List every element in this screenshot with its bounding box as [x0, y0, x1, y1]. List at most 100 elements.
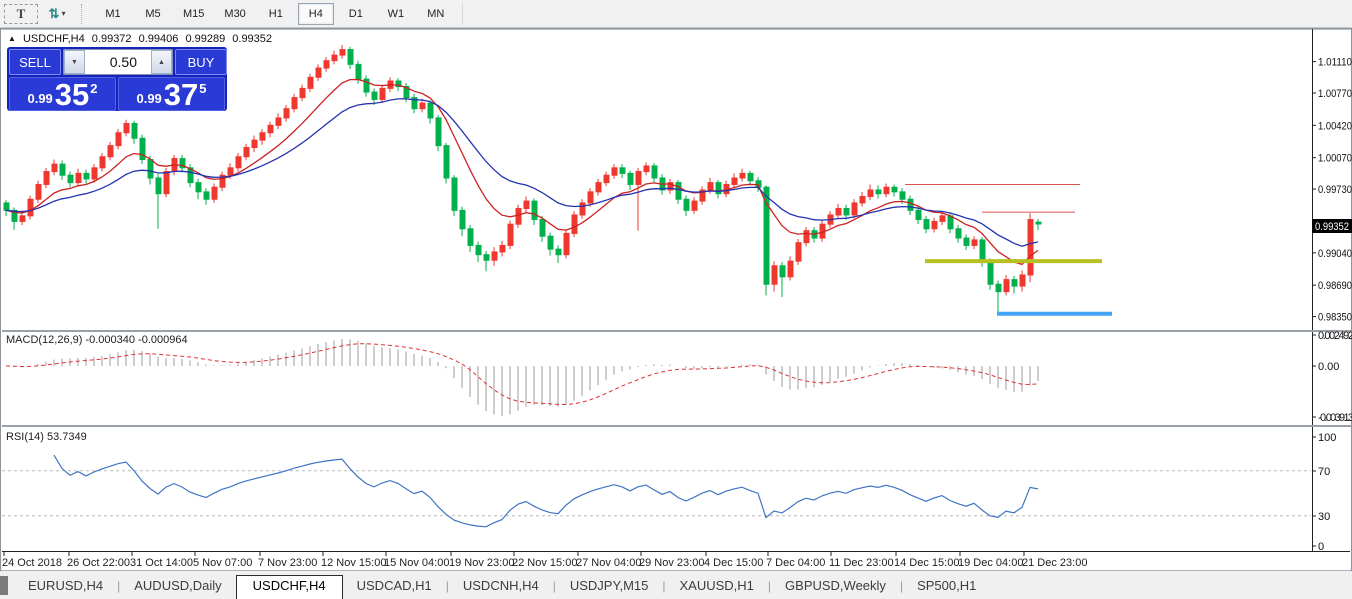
ohlc-low: 0.99289: [185, 33, 225, 45]
time-axis-label: 27 Nov 04:00: [576, 557, 641, 569]
candle: [932, 221, 937, 228]
chart-symbol: USDCHF,H4: [23, 33, 85, 45]
ohlc-high: 0.99406: [139, 33, 179, 45]
chart-tab-eurusd[interactable]: EURUSD,H4: [14, 576, 117, 596]
rsi-axis-label: 0: [1318, 541, 1324, 553]
candle: [164, 172, 169, 194]
candle: [92, 168, 97, 179]
ohlc-open: 0.99372: [92, 33, 132, 45]
volume-input[interactable]: [85, 50, 151, 74]
candle: [484, 255, 489, 261]
candle: [236, 157, 241, 168]
candle: [788, 261, 793, 277]
candle: [516, 208, 521, 224]
candle: [964, 238, 969, 245]
candle: [28, 199, 33, 216]
candle: [572, 215, 577, 233]
candle: [460, 210, 465, 228]
candle: [900, 192, 905, 199]
candle: [628, 173, 633, 184]
chart-tab-usdcad[interactable]: USDCAD,H1: [343, 576, 446, 596]
macd-signal-line: [6, 344, 1038, 405]
candle: [132, 123, 137, 138]
time-axis-label: 7 Dec 04:00: [766, 557, 825, 569]
time-axis-label: 31 Oct 14:00: [130, 557, 193, 569]
chart-tab-gbpusd[interactable]: GBPUSD,Weekly: [771, 576, 900, 596]
candle: [300, 88, 305, 97]
candle: [52, 164, 57, 171]
candle: [540, 220, 545, 237]
candle: [156, 178, 161, 194]
candle: [204, 192, 209, 199]
chart-tab-usdchf[interactable]: USDCHF,H4: [236, 575, 343, 599]
candle: [612, 168, 617, 175]
candle: [652, 166, 657, 178]
one-click-trade-panel: SELL ▼ ▲ BUY 0.99 35 2 0.99 37 5: [7, 47, 227, 111]
candle: [988, 261, 993, 284]
mt4-window: T ⇅ ▾ M1M5M15M30H1H4D1W1MN 1.011101.0077…: [0, 0, 1352, 599]
volume-decrease-button[interactable]: ▼: [64, 50, 85, 74]
buy-price-big: 37: [164, 80, 198, 109]
candle: [100, 157, 105, 168]
candle: [116, 133, 121, 146]
candle: [332, 55, 337, 61]
candle: [228, 168, 233, 175]
candle: [108, 146, 113, 157]
candle: [780, 266, 785, 277]
candle: [852, 203, 857, 215]
price-axis-label: 0.98690: [1318, 280, 1352, 292]
price-axis-label: 1.00770: [1318, 88, 1352, 100]
sell-price-big: 35: [55, 80, 89, 109]
candle: [452, 178, 457, 210]
price-axis-label: 0.99040: [1318, 248, 1352, 260]
chart-tab-audusd[interactable]: AUDUSD,Daily: [120, 576, 235, 596]
macd-label: MACD(12,26,9) -0.000340 -0.000964: [6, 334, 188, 346]
candle: [36, 184, 41, 199]
sell-price-prefix: 0.99: [27, 91, 52, 106]
candle: [500, 245, 505, 251]
buy-price-prefix: 0.99: [136, 91, 161, 106]
candle: [1004, 280, 1009, 292]
volume-increase-button[interactable]: ▲: [151, 50, 172, 74]
chart-tab-usdjpy[interactable]: USDJPY,M15: [556, 576, 663, 596]
candle: [284, 109, 289, 118]
candle: [796, 243, 801, 261]
chart-tab-sp500[interactable]: SP500,H1: [903, 576, 990, 596]
candle: [508, 224, 513, 245]
pane-separator-rsi: [2, 425, 1351, 427]
chart-tab-xauusd[interactable]: XAUUSD,H1: [665, 576, 767, 596]
time-axis-label: 4 Dec 15:00: [704, 557, 763, 569]
candle: [804, 231, 809, 243]
candle: [580, 203, 585, 215]
candle: [372, 92, 377, 99]
candle: [644, 166, 649, 172]
candle: [268, 125, 273, 132]
candle: [196, 183, 201, 192]
candle: [316, 68, 321, 77]
candle: [588, 192, 593, 203]
sell-price-box[interactable]: 0.99 35 2: [9, 77, 116, 111]
sell-button[interactable]: SELL: [9, 49, 61, 75]
buy-button[interactable]: BUY: [175, 49, 227, 75]
buy-price-box[interactable]: 0.99 37 5: [118, 77, 225, 111]
candle: [884, 187, 889, 193]
candle: [860, 196, 865, 202]
tab-scroll-stub[interactable]: [0, 576, 8, 595]
candle: [948, 216, 953, 229]
chart-tab-usdcnh[interactable]: USDCNH,H4: [449, 576, 553, 596]
rsi-label: RSI(14) 53.7349: [6, 431, 87, 443]
candle: [924, 220, 929, 229]
candle: [716, 183, 721, 194]
candle: [1012, 280, 1017, 286]
candle: [60, 164, 65, 175]
candle: [772, 266, 777, 284]
candle: [244, 148, 249, 157]
candle: [708, 183, 713, 190]
sell-price-sup: 2: [90, 81, 97, 96]
time-axis-label: 21 Dec 23:00: [1022, 557, 1087, 569]
candle: [692, 201, 697, 210]
candle: [532, 201, 537, 219]
rsi-axis-label: 100: [1318, 432, 1336, 444]
candle: [260, 133, 265, 140]
candle: [596, 183, 601, 192]
